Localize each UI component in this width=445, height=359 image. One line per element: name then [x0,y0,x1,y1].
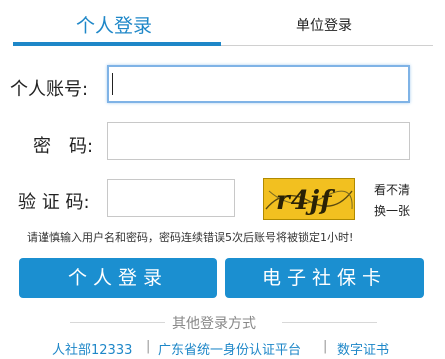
active-tab-indicator [13,42,221,46]
link-separator: | [323,339,328,354]
lockout-notice: 请谨慎输入用户名和密码，密码连续错误5次后账号将被锁定1小时! [27,231,354,244]
tab-unit-login[interactable]: 单位登录 [296,15,352,35]
password-label: 密 码: [33,136,94,157]
login-tabs: 个人登录 单位登录 [13,0,433,47]
captcha-image[interactable]: r4jf [263,178,355,220]
divider-right [282,322,377,323]
account-input[interactable] [107,65,410,103]
text-caret [112,73,113,95]
tab-personal-login[interactable]: 个人登录 [76,11,152,38]
social-security-card-button[interactable]: 电子社保卡 [225,258,424,298]
link-guangdong-auth[interactable]: 广东省统一身份认证平台 [158,339,301,358]
captcha-input[interactable] [107,179,235,217]
captcha-text: r4jf [276,186,335,216]
captcha-label: 验 证 码: [18,192,90,213]
link-digital-certificate[interactable]: 数字证书 [337,339,389,358]
tab-divider [221,45,433,46]
account-label: 个人账号: [10,79,89,100]
other-login-title: 其他登录方式 [172,316,256,332]
refresh-line-1: 看不清 [373,183,410,197]
refresh-line-2: 换一张 [373,204,410,218]
divider-left [70,322,165,323]
refresh-captcha-link[interactable]: 看不清 换一张 [370,180,414,222]
personal-login-button[interactable]: 个人登录 [19,258,217,298]
link-separator: | [146,339,151,354]
link-12333[interactable]: 人社部12333 [52,339,132,358]
password-input[interactable] [107,122,410,160]
